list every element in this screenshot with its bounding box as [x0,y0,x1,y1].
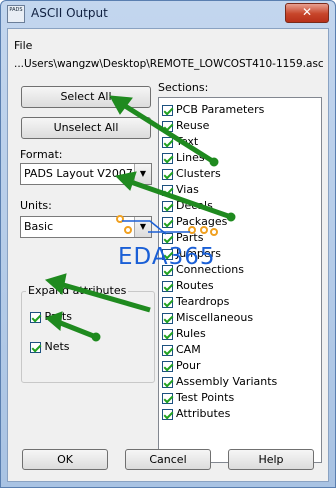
orange-dot [124,226,132,234]
arrow-tail-dot [226,212,236,222]
arrow-line-format [127,178,232,220]
arrow-tail-dot [91,332,101,342]
arrow-head-format [114,171,137,191]
orange-dot [210,228,218,236]
arrow-tail-dot [209,157,219,167]
orange-dot [200,226,208,234]
arrow-line-select-all [120,101,216,165]
arrow-line-nets [57,319,97,340]
arrow-head-parts [44,273,67,295]
arrow-line-parts [59,281,151,313]
annotation-overlay [44,95,236,342]
arrow-head-select-all [109,95,133,115]
orange-watermark-dots [116,215,218,236]
arrow-head-nets [45,311,63,331]
green-annotation-arrows [44,95,236,342]
